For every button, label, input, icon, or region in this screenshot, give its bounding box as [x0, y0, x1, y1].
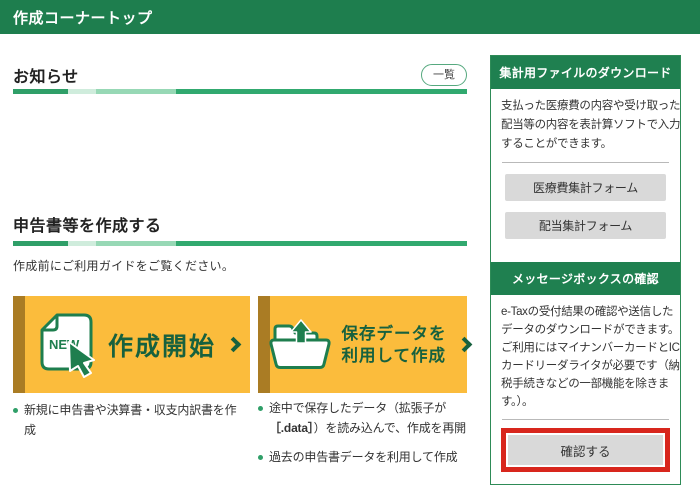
messagebox-description-line: ご利用にはマイナンバーカードとIC [501, 339, 670, 357]
resume-from-saved-label: 保存データを 利用して作成 [342, 323, 447, 367]
create-note: 作成前にご利用ガイドをご覧ください。 [13, 257, 234, 274]
resume-from-saved-button[interactable]: 保存データを 利用して作成 [258, 296, 467, 393]
download-description-line: 配当等の内容を表計算ソフトで入力 [501, 116, 670, 135]
new-document-cursor-icon: NEW [36, 312, 98, 378]
messagebox-section-title: メッセージボックスの確認 [491, 262, 680, 295]
news-heading-underline [13, 89, 467, 94]
divider [502, 419, 669, 420]
download-section-title: 集計用ファイルのダウンロード [491, 56, 680, 89]
start-creation-button[interactable]: NEW 作成開始 [13, 296, 250, 393]
news-heading-row: お知らせ 一覧 [13, 63, 467, 87]
create-heading: 申告書等を作成する [13, 212, 162, 236]
bullet-dot-icon [13, 408, 18, 413]
list-item: 途中で保存したデータ（拡張子が［.data］）を読み込んで、作成を再開 [258, 398, 470, 438]
medical-expense-form-button[interactable]: 医療費集計フォーム [505, 174, 666, 201]
chevron-right-icon [226, 337, 242, 353]
download-description-line: 支払った医療費の内容や受け取った [501, 97, 670, 116]
open-folder-upload-icon [268, 319, 332, 371]
messagebox-description-line: カードリーダライタが必要です（納 [501, 357, 670, 375]
divider [502, 162, 669, 163]
sidebar: 集計用ファイルのダウンロード 支払った医療費の内容や受け取った 配当等の内容を表… [490, 55, 681, 485]
list-item: 新規に申告書や決算書・収支内訳書を作成 [13, 400, 248, 440]
start-creation-label: 作成開始 [108, 327, 216, 363]
confirm-button-highlight: 確認する [501, 428, 670, 472]
messagebox-description-line: す。）。 [501, 393, 670, 411]
page-title: 作成コーナートップ [13, 7, 153, 28]
download-section-body: 支払った医療費の内容や受け取った 配当等の内容を表計算ソフトで入力 することがで… [491, 89, 680, 262]
bullet-dot-icon [258, 406, 263, 411]
chevron-right-icon [456, 337, 472, 353]
resume-button-bullets: 途中で保存したデータ（拡張子が［.data］）を読み込んで、作成を再開 過去の申… [258, 398, 470, 476]
messagebox-description-line: データのダウンロードができます。 [501, 321, 670, 339]
list-item: 過去の申告書データを利用して作成 [258, 447, 470, 467]
start-button-bullets: 新規に申告書や決算書・収支内訳書を作成 [13, 400, 248, 449]
page-header: 作成コーナートップ [0, 0, 700, 34]
messagebox-description-line: e-Taxの受付結果の確認や送信した [501, 303, 670, 321]
create-heading-row: 申告書等を作成する [13, 212, 467, 236]
bullet-dot-icon [258, 455, 263, 460]
messagebox-description-line: 税手続きなどの一部機能を除きま [501, 375, 670, 393]
download-description-line: することができます。 [501, 135, 670, 154]
messagebox-section-body: e-Taxの受付結果の確認や送信した データのダウンロードができます。 ご利用に… [491, 295, 680, 483]
news-heading: お知らせ [13, 63, 79, 87]
create-heading-underline [13, 241, 467, 246]
news-list-button[interactable]: 一覧 [421, 64, 467, 86]
dividend-form-button[interactable]: 配当集計フォーム [505, 212, 666, 239]
